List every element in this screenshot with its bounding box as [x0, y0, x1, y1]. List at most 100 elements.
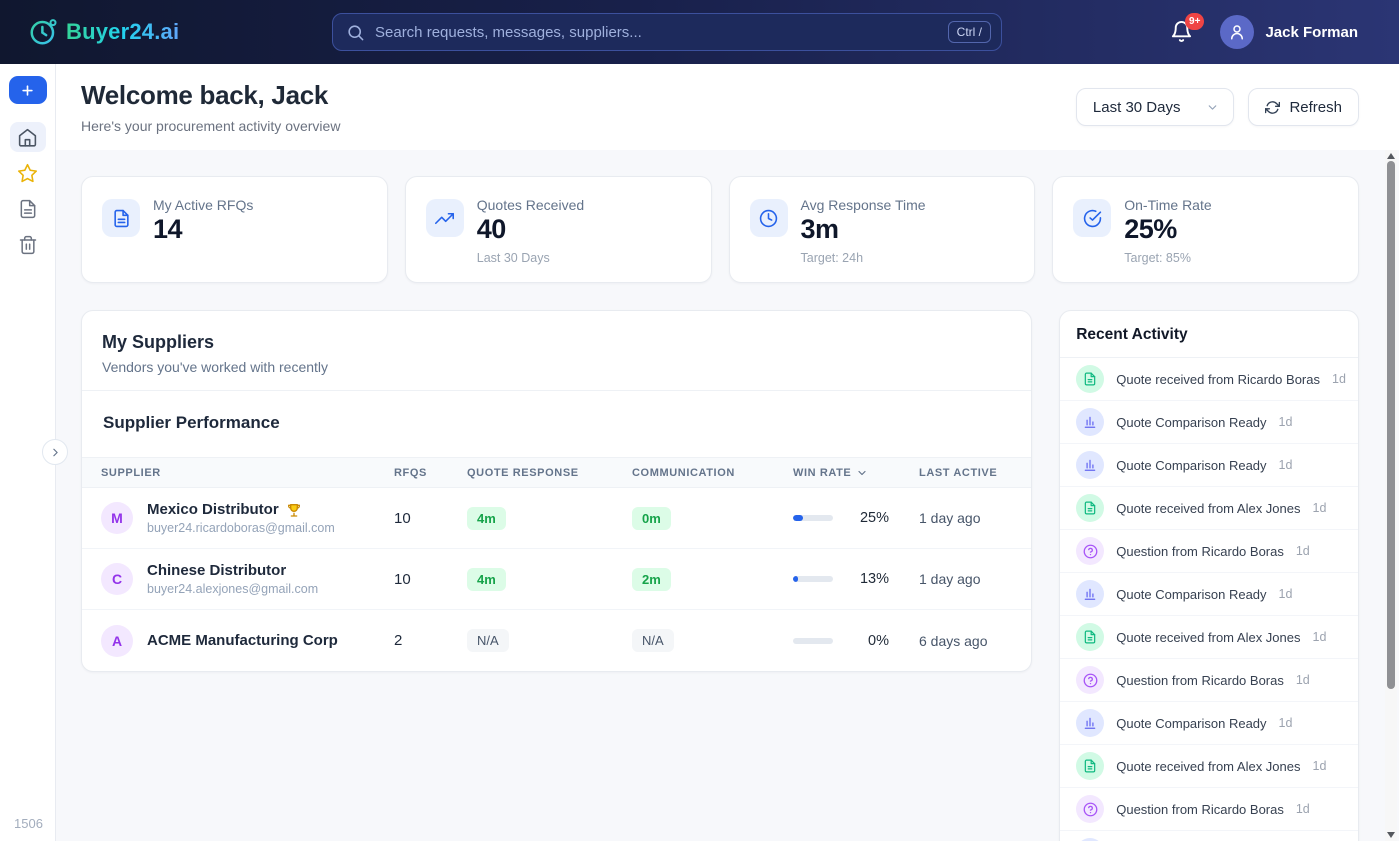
column-header-last-active: LAST ACTIVE — [919, 467, 1012, 479]
stat-cards-row: My Active RFQs 14 Quotes Received 40 — [81, 176, 1359, 283]
stat-note — [153, 251, 253, 252]
win-rate-value: 0% — [847, 633, 889, 649]
supplier-table-body: M Mexico Distributor buyer24.ricardobora… — [82, 488, 1031, 671]
activity-text: Quote received from Alex Jones — [1116, 501, 1300, 516]
logo-clock-icon — [28, 17, 58, 47]
column-header-win-rate[interactable]: WIN RATE — [793, 467, 919, 479]
activity-time: 1d — [1279, 587, 1293, 601]
activity-item[interactable]: Quote Comparison Ready 1d — [1060, 573, 1358, 616]
navbar-right: 9+ Jack Forman — [1170, 0, 1358, 64]
scrollbar-thumb[interactable] — [1387, 161, 1395, 689]
table-row[interactable]: M Mexico Distributor buyer24.ricardobora… — [82, 488, 1031, 549]
sidebar-item-documents[interactable] — [10, 194, 46, 224]
activity-item[interactable]: Quote received from Ricardo Boras 1d — [1060, 358, 1358, 401]
activity-item[interactable]: Quote Comparison Ready 1d — [1060, 444, 1358, 487]
activity-time: 1d — [1279, 716, 1293, 730]
supplier-performance-title: Supplier Performance — [82, 391, 1031, 457]
activity-text: Question from Ricardo Boras — [1116, 673, 1284, 688]
vertical-scrollbar[interactable] — [1385, 150, 1397, 841]
activity-text: Question from Ricardo Boras — [1116, 544, 1284, 559]
activity-item[interactable]: Quote received from Alex Jones 1d — [1060, 487, 1358, 530]
recent-activity-card: Recent Activity Quote received from Rica… — [1059, 310, 1359, 841]
activity-text: Question from Ricardo Boras — [1116, 802, 1284, 817]
activity-item[interactable]: Quote Comparison Ready 1d — [1060, 702, 1358, 745]
sidebar-item-trash[interactable] — [10, 230, 46, 260]
stat-value: 3m — [801, 214, 926, 245]
notification-badge: 9+ — [1185, 13, 1204, 30]
stat-label: My Active RFQs — [153, 197, 253, 213]
chevron-down-icon — [1206, 101, 1219, 114]
rfqs-value: 2 — [394, 632, 467, 649]
stat-note: Target: 85% — [1124, 251, 1211, 265]
new-request-button[interactable] — [9, 76, 47, 104]
content-area: My Active RFQs 14 Quotes Received 40 — [56, 150, 1399, 841]
activity-text: Quote Comparison Ready — [1116, 587, 1266, 602]
activity-text: Quote Comparison Ready — [1116, 716, 1266, 731]
activity-item[interactable]: Quote Comparison Ready 1d — [1060, 831, 1358, 841]
trending-up-icon — [426, 199, 464, 237]
communication-badge: 0m — [632, 507, 671, 530]
win-rate-bar — [793, 638, 833, 644]
activity-text: Quote Comparison Ready — [1116, 415, 1266, 430]
bar-chart-icon — [1076, 451, 1104, 479]
stat-label: Quotes Received — [477, 197, 584, 213]
refresh-label: Refresh — [1289, 99, 1342, 116]
sidebar-collapse-button[interactable] — [42, 439, 68, 465]
supplier-email: buyer24.alexjones@gmail.com — [147, 582, 318, 596]
activity-text: Quote received from Alex Jones — [1116, 630, 1300, 645]
scrollbar-down-arrow[interactable] — [1385, 829, 1397, 841]
question-icon — [1076, 795, 1104, 823]
activity-time: 1d — [1313, 501, 1327, 515]
user-menu[interactable]: Jack Forman — [1220, 15, 1358, 49]
search-input[interactable] — [375, 24, 938, 41]
my-suppliers-card: My Suppliers Vendors you've worked with … — [81, 310, 1032, 672]
file-check-icon — [1076, 365, 1104, 393]
stat-card-quotes-received: Quotes Received 40 Last 30 Days — [405, 176, 712, 283]
stat-card-avg-response: Avg Response Time 3m Target: 24h — [729, 176, 1036, 283]
last-active-value: 6 days ago — [919, 633, 1012, 649]
refresh-button[interactable]: Refresh — [1248, 88, 1359, 126]
win-rate-bar — [793, 576, 833, 582]
sidebar-footer-number: 1506 — [14, 816, 43, 831]
trash-icon — [18, 235, 38, 255]
sidebar-item-favorites[interactable] — [10, 158, 46, 188]
activity-item[interactable]: Quote received from Alex Jones 1d — [1060, 745, 1358, 788]
sort-chevron-down-icon — [856, 467, 868, 479]
communication-badge: 2m — [632, 568, 671, 591]
recent-activity-title: Recent Activity — [1060, 311, 1358, 357]
supplier-name: Chinese Distributor — [147, 562, 286, 579]
quote-response-badge: 4m — [467, 568, 506, 591]
activity-time: 1d — [1296, 544, 1310, 558]
question-icon — [1076, 666, 1104, 694]
activity-item[interactable]: Question from Ricardo Boras 1d — [1060, 530, 1358, 573]
activity-item[interactable]: Quote Comparison Ready 1d — [1060, 401, 1358, 444]
search-icon — [346, 23, 365, 42]
rfqs-value: 10 — [394, 510, 467, 527]
activity-time: 1d — [1296, 673, 1310, 687]
sidebar-nav — [0, 122, 55, 260]
star-icon — [17, 163, 38, 184]
refresh-icon — [1265, 100, 1280, 115]
page-header: Welcome back, Jack Here's your procureme… — [56, 64, 1399, 150]
stat-value: 25% — [1124, 214, 1211, 245]
stat-note: Last 30 Days — [477, 251, 584, 265]
sidebar-item-home[interactable] — [10, 122, 46, 152]
activity-item[interactable]: Question from Ricardo Boras 1d — [1060, 659, 1358, 702]
win-rate-bar — [793, 515, 833, 521]
date-range-select[interactable]: Last 30 Days — [1076, 88, 1235, 126]
supplier-email: buyer24.ricardoboras@gmail.com — [147, 521, 335, 535]
supplier-avatar: A — [101, 625, 133, 657]
table-row[interactable]: C Chinese Distributor buyer24.alexjones@… — [82, 549, 1031, 610]
win-rate-value: 25% — [847, 510, 889, 526]
supplier-name: Mexico Distributor — [147, 501, 279, 518]
stat-value: 40 — [477, 214, 584, 245]
quote-response-badge: 4m — [467, 507, 506, 530]
date-range-value: Last 30 Days — [1093, 99, 1181, 116]
activity-item[interactable]: Quote received from Alex Jones 1d — [1060, 616, 1358, 659]
file-text-icon — [102, 199, 140, 237]
global-search[interactable]: Ctrl / — [332, 13, 1002, 51]
notifications-button[interactable]: 9+ — [1170, 20, 1194, 44]
table-row[interactable]: A ACME Manufacturing Corp 2 N/A N/A — [82, 610, 1031, 671]
activity-item[interactable]: Question from Ricardo Boras 1d — [1060, 788, 1358, 831]
app-logo[interactable]: Buyer24.ai — [28, 17, 179, 47]
